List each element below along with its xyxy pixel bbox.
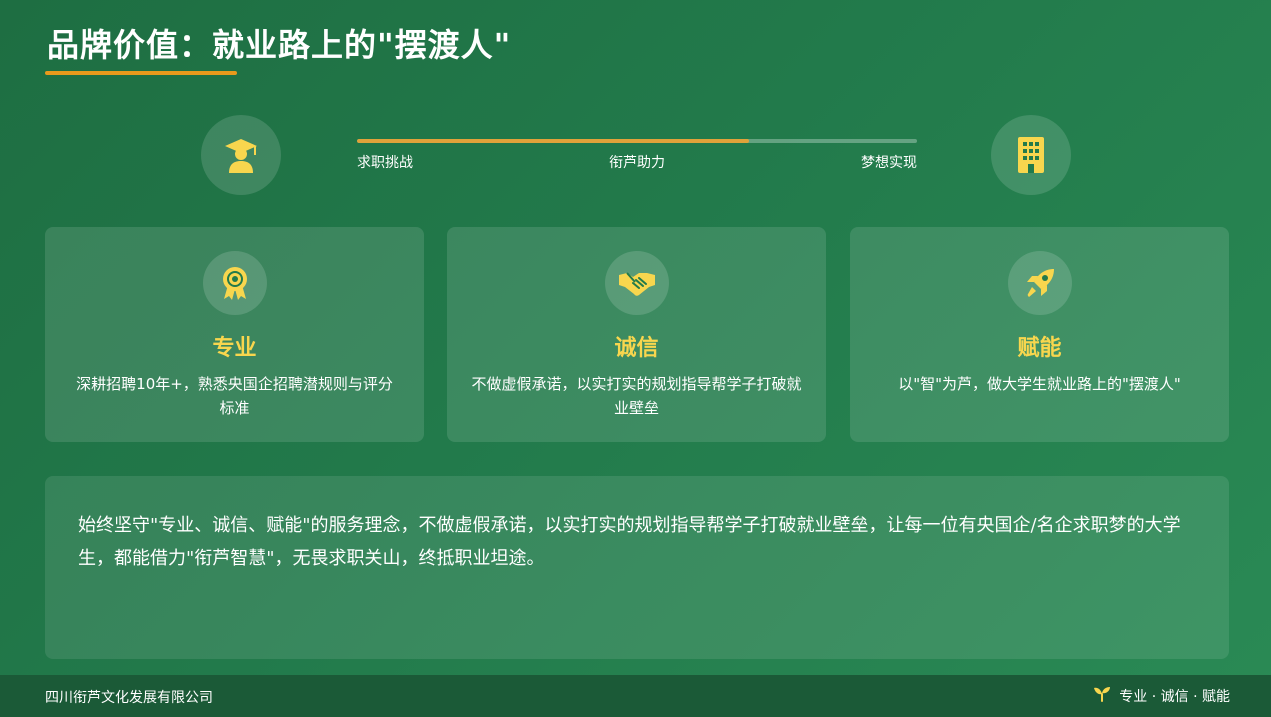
building-icon: [991, 115, 1071, 195]
sprout-icon: [1093, 686, 1111, 706]
stage-label-assist: 衔芦助力: [609, 155, 665, 171]
card-title: 赋能: [1017, 335, 1062, 361]
card-description: 不做虚假承诺，以实打实的规划指导帮学子打破就业壁垒: [471, 375, 802, 417]
stage-label-challenge: 求职挑战: [357, 155, 413, 171]
award-icon: [202, 251, 267, 315]
handshake-icon: [604, 251, 669, 315]
footer-company-name: 四川衔芦文化发展有限公司: [45, 690, 213, 706]
footer-slogan-group: 专业 · 诚信 · 赋能: [1093, 686, 1230, 706]
journey-progress-bar: [357, 139, 917, 143]
value-card-empower: 赋能 以"智"为芦，做大学生就业路上的"摆渡人": [850, 227, 1229, 442]
value-card-integrity: 诚信 不做虚假承诺，以实打实的规划指导帮学子打破就业壁垒: [447, 227, 826, 442]
graduate-icon: [201, 115, 281, 195]
card-title: 专业: [212, 335, 257, 361]
title-underline: [45, 71, 237, 75]
journey-progress-fill: [357, 139, 749, 143]
footer-slogan: 专业 · 诚信 · 赋能: [1119, 689, 1230, 705]
card-description: 以"智"为芦，做大学生就业路上的"摆渡人": [898, 375, 1181, 393]
stage-label-dream: 梦想实现: [861, 155, 917, 171]
rocket-icon: [1007, 251, 1072, 315]
page-title: 品牌价值：就业路上的"摆渡人": [47, 26, 512, 64]
footer: 四川衔芦文化发展有限公司 专业 · 诚信 · 赋能: [0, 675, 1271, 717]
card-description: 深耕招聘10年+，熟悉央国企招聘潜规则与评分标准: [76, 375, 393, 417]
value-card-professional: 专业 深耕招聘10年+，熟悉央国企招聘潜规则与评分标准: [45, 227, 424, 442]
card-title: 诚信: [614, 335, 659, 361]
mission-statement-panel: 始终坚守"专业、诚信、赋能"的服务理念，不做虚假承诺，以实打实的规划指导帮学子打…: [45, 476, 1229, 659]
mission-statement-text: 始终坚守"专业、诚信、赋能"的服务理念，不做虚假承诺，以实打实的规划指导帮学子打…: [78, 515, 1181, 569]
